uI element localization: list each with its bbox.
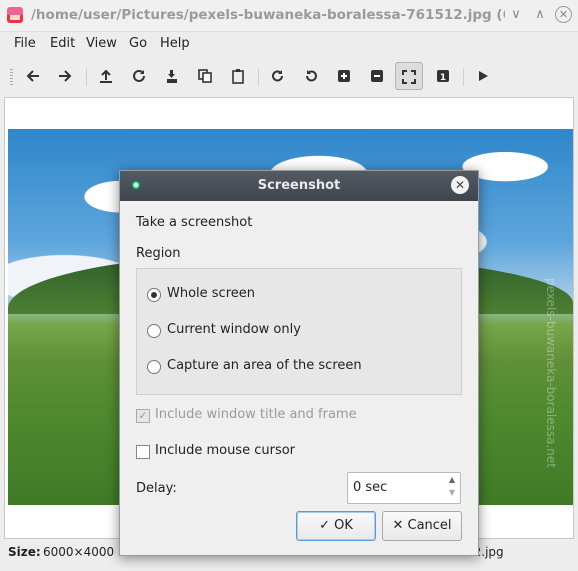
original-size-button[interactable]: 1 [429, 62, 457, 90]
rotate-ccw-icon [306, 70, 317, 82]
radio-label: Whole screen [167, 286, 256, 301]
zoom-out-button[interactable] [363, 62, 391, 90]
menu-help[interactable]: Help [160, 36, 190, 51]
paste-icon [232, 69, 244, 84]
zoom-out-icon [371, 70, 383, 82]
cross-icon: ✕ [392, 518, 404, 533]
spin-down-icon[interactable]: ▼ [446, 488, 458, 501]
include-frame-checkbox: ✓ [136, 409, 150, 423]
zoom-in-button[interactable] [330, 62, 358, 90]
radio-label: Current window only [167, 322, 301, 337]
save-button[interactable] [158, 62, 186, 90]
size-label: Size: [8, 545, 41, 559]
rotate-cw-icon [272, 70, 283, 82]
dialog-close-button[interactable]: ✕ [451, 176, 469, 194]
cancel-label: Cancel [407, 518, 452, 533]
fit-to-window-button[interactable] [395, 62, 423, 90]
play-icon [479, 71, 488, 81]
arrow-left-icon [26, 70, 39, 82]
rotate-clockwise-button[interactable] [264, 62, 292, 90]
ok-button[interactable]: ✓ OK [296, 511, 376, 541]
window-titlebar: /home/user/Pictures/pexels-buwaneka-bora… [0, 0, 578, 32]
menubar: File Edit View Go Help [0, 32, 578, 56]
toolbar-separator [258, 68, 259, 86]
original-size-label: 1 [440, 73, 446, 83]
save-icon [167, 70, 177, 83]
maximize-button[interactable]: ∧ [531, 6, 549, 24]
window-close-button[interactable]: ✕ [555, 6, 572, 23]
photo-watermark: pexels-buwaneka-boralessa.net [544, 278, 558, 468]
region-label: Region [136, 246, 181, 261]
paste-button[interactable] [224, 62, 252, 90]
cancel-button[interactable]: ✕ Cancel [382, 511, 462, 541]
delay-value: 0 sec [353, 480, 388, 495]
region-group: Whole screen Current window only Capture… [136, 268, 462, 395]
main-toolbar: 1 [0, 58, 578, 94]
upload-icon [100, 69, 112, 83]
reload-button[interactable] [125, 62, 153, 90]
zoom-in-icon [338, 70, 350, 82]
menu-go[interactable]: Go [129, 36, 147, 51]
forward-button[interactable] [51, 62, 79, 90]
radio-button[interactable] [147, 360, 161, 374]
toolbar-separator [86, 68, 87, 86]
ok-label: OK [334, 518, 353, 533]
menu-view[interactable]: View [86, 36, 117, 51]
screenshot-dialog: Screenshot ✕ Take a screenshot Region Wh… [119, 170, 479, 556]
include-cursor-label: Include mouse cursor [155, 443, 296, 458]
original-size-icon: 1 [437, 70, 449, 83]
spin-up-icon[interactable]: ▲ [446, 475, 458, 488]
toolbar-grip[interactable] [10, 69, 13, 85]
image-viewer-app-icon [7, 7, 23, 23]
size-value: 6000×4000 [43, 545, 115, 559]
radio-button[interactable] [147, 324, 161, 338]
menu-file[interactable]: File [14, 36, 36, 51]
check-icon: ✓ [319, 518, 330, 533]
include-cursor-checkbox[interactable] [136, 445, 150, 459]
back-button[interactable] [19, 62, 47, 90]
toolbar-separator [463, 68, 464, 86]
slideshow-button[interactable] [469, 62, 497, 90]
up-button[interactable] [92, 62, 120, 90]
refresh-icon [133, 69, 145, 82]
delay-label: Delay: [136, 481, 177, 496]
copy-icon [198, 69, 212, 83]
minimize-button[interactable]: ∨ [507, 6, 525, 24]
delay-spinbox[interactable]: 0 sec ▲ ▼ [347, 472, 461, 504]
copy-button[interactable] [191, 62, 219, 90]
arrow-right-icon [59, 70, 72, 82]
rotate-counterclockwise-button[interactable] [297, 62, 325, 90]
include-frame-label: Include window title and frame [155, 407, 357, 422]
dialog-titlebar[interactable]: Screenshot ✕ [120, 171, 478, 201]
dialog-title: Screenshot [257, 178, 341, 193]
window-title: /home/user/Pictures/pexels-buwaneka-bora… [31, 7, 505, 23]
menu-edit[interactable]: Edit [50, 36, 75, 51]
radio-button-checked[interactable] [147, 288, 161, 302]
radio-label: Capture an area of the screen [167, 358, 362, 373]
dialog-heading: Take a screenshot [136, 215, 253, 230]
fit-icon [402, 70, 416, 84]
